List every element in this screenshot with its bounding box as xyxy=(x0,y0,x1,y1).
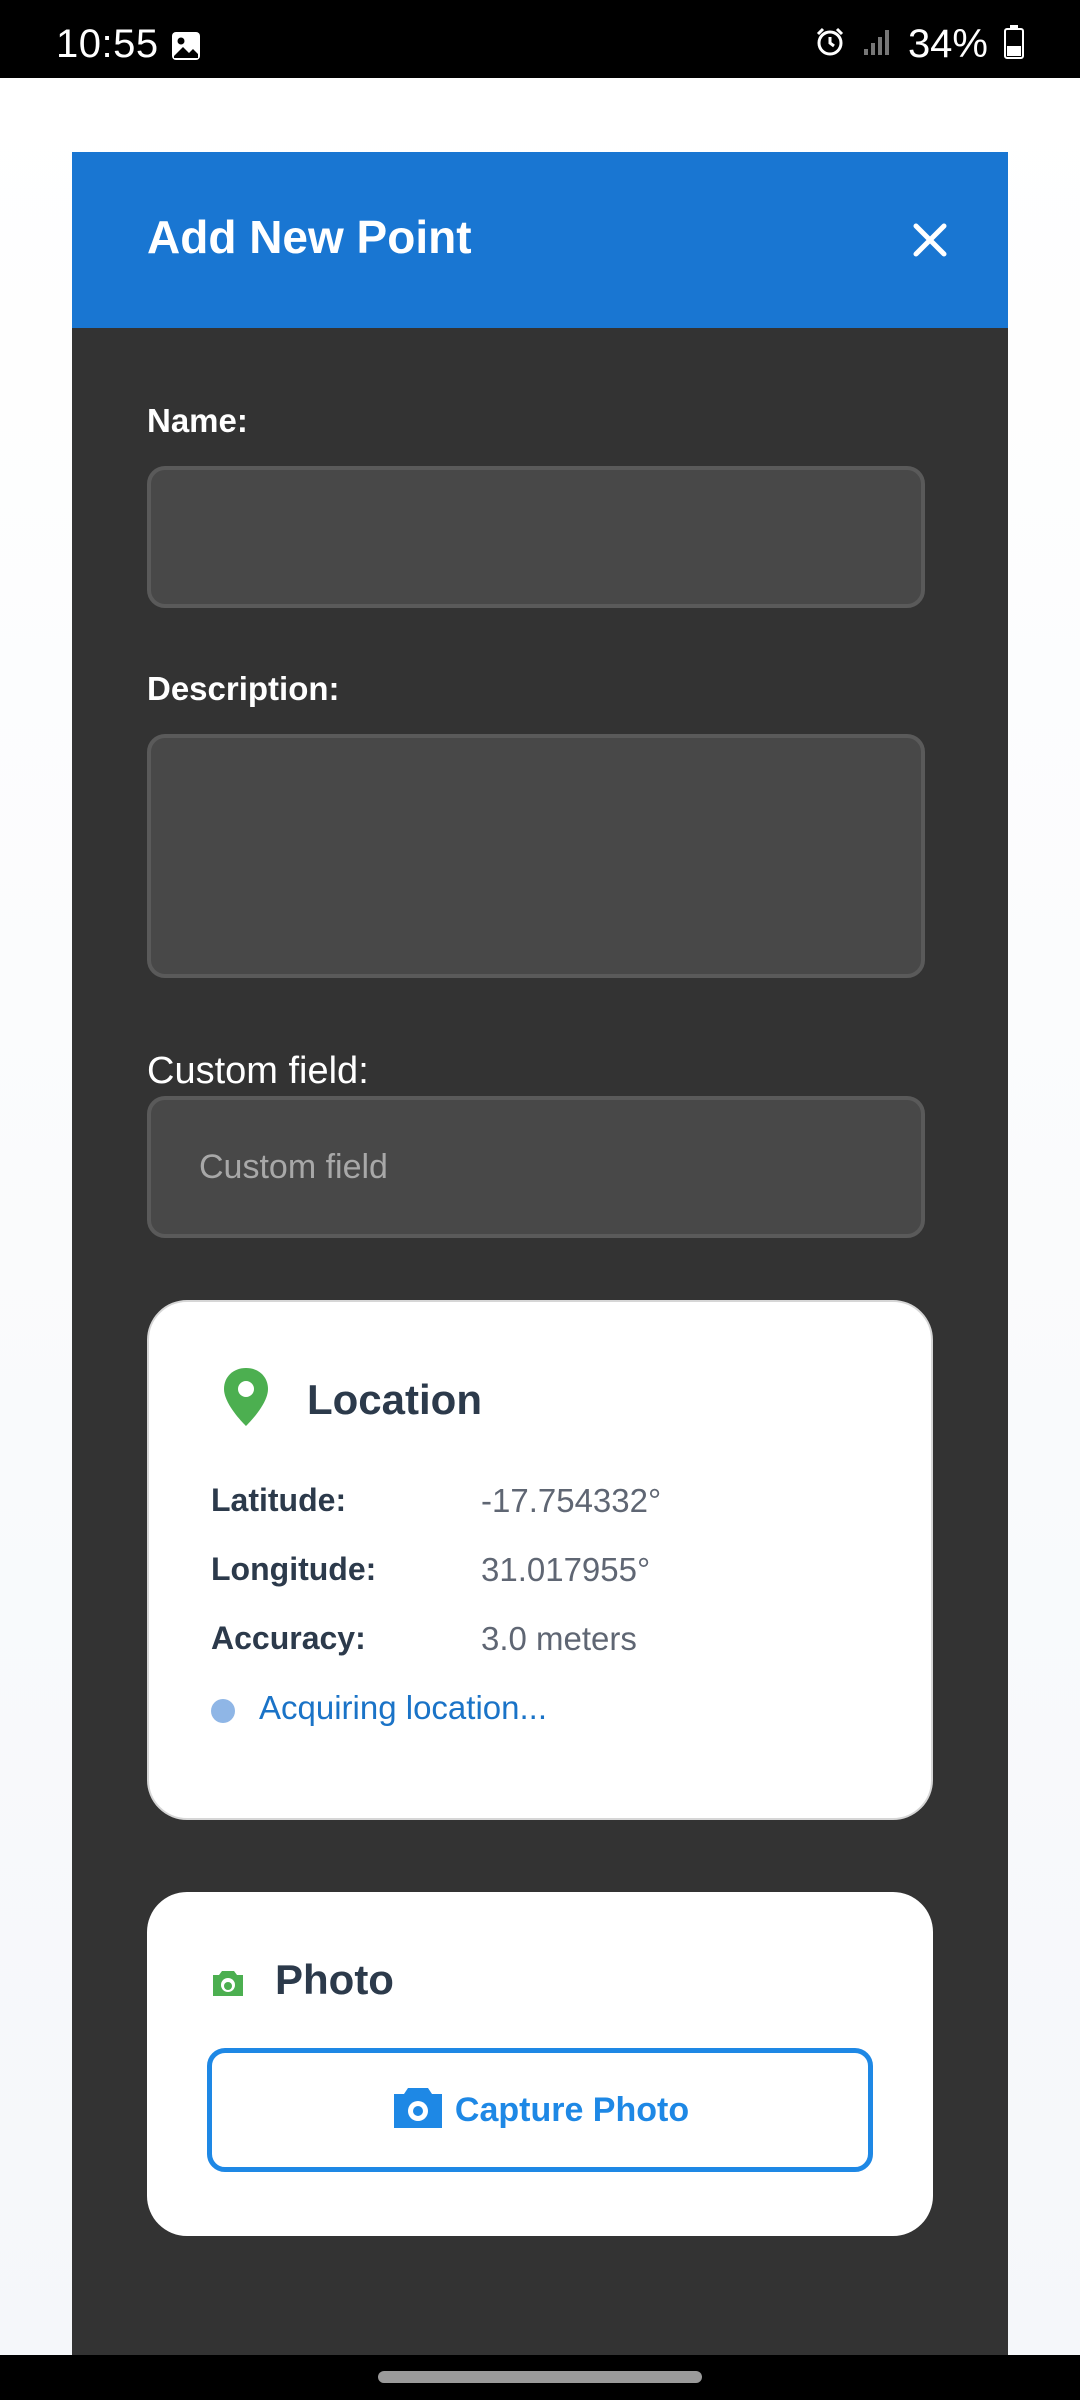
location-title: Location xyxy=(307,1376,482,1423)
location-status-text: Acquiring location... xyxy=(259,1689,547,1726)
add-point-modal: Add New Point Name: Description: Custom … xyxy=(72,152,1008,2355)
description-input[interactable] xyxy=(147,734,925,978)
name-input[interactable] xyxy=(147,466,925,608)
status-icons: 34% xyxy=(814,22,1024,67)
map-pin-icon xyxy=(221,1366,271,1433)
accuracy-value: 3.0 meters xyxy=(481,1620,637,1657)
alarm-icon xyxy=(814,26,846,63)
custom-field-input[interactable] xyxy=(147,1096,925,1238)
status-dot xyxy=(211,1699,235,1723)
battery-percentage: 34% xyxy=(907,22,988,66)
status-bar: 10:55 34% xyxy=(0,0,1080,78)
photo-title: Photo xyxy=(275,1956,394,2003)
location-card: Location Latitude: -17.754332° Longitude… xyxy=(147,1300,933,1820)
modal-header: Add New Point xyxy=(72,152,1008,328)
capture-photo-button[interactable]: Capture Photo xyxy=(207,2048,873,2172)
modal-title: Add New Point xyxy=(147,211,472,263)
capture-photo-label: Capture Photo xyxy=(454,2090,690,2129)
gallery-icon xyxy=(170,30,202,67)
photo-card: Photo Capture Photo xyxy=(147,1892,933,2236)
description-label: Description: xyxy=(147,670,340,707)
home-handle[interactable] xyxy=(378,2371,702,2383)
latitude-value: -17.754332° xyxy=(481,1482,662,1519)
longitude-value: 31.017955° xyxy=(481,1551,651,1588)
close-icon[interactable] xyxy=(908,218,952,262)
custom-field-label: Custom field: xyxy=(147,1050,369,1092)
battery-icon xyxy=(1004,25,1024,64)
signal-icon xyxy=(862,27,892,62)
navigation-bar xyxy=(0,2355,1080,2400)
name-label: Name: xyxy=(147,402,248,439)
camera-icon xyxy=(391,2085,445,2136)
status-time: 10:55 xyxy=(56,22,159,66)
longitude-label: Longitude: xyxy=(211,1551,377,1587)
latitude-label: Latitude: xyxy=(211,1482,347,1518)
accuracy-label: Accuracy: xyxy=(211,1620,366,1656)
camera-icon xyxy=(211,1968,245,2003)
